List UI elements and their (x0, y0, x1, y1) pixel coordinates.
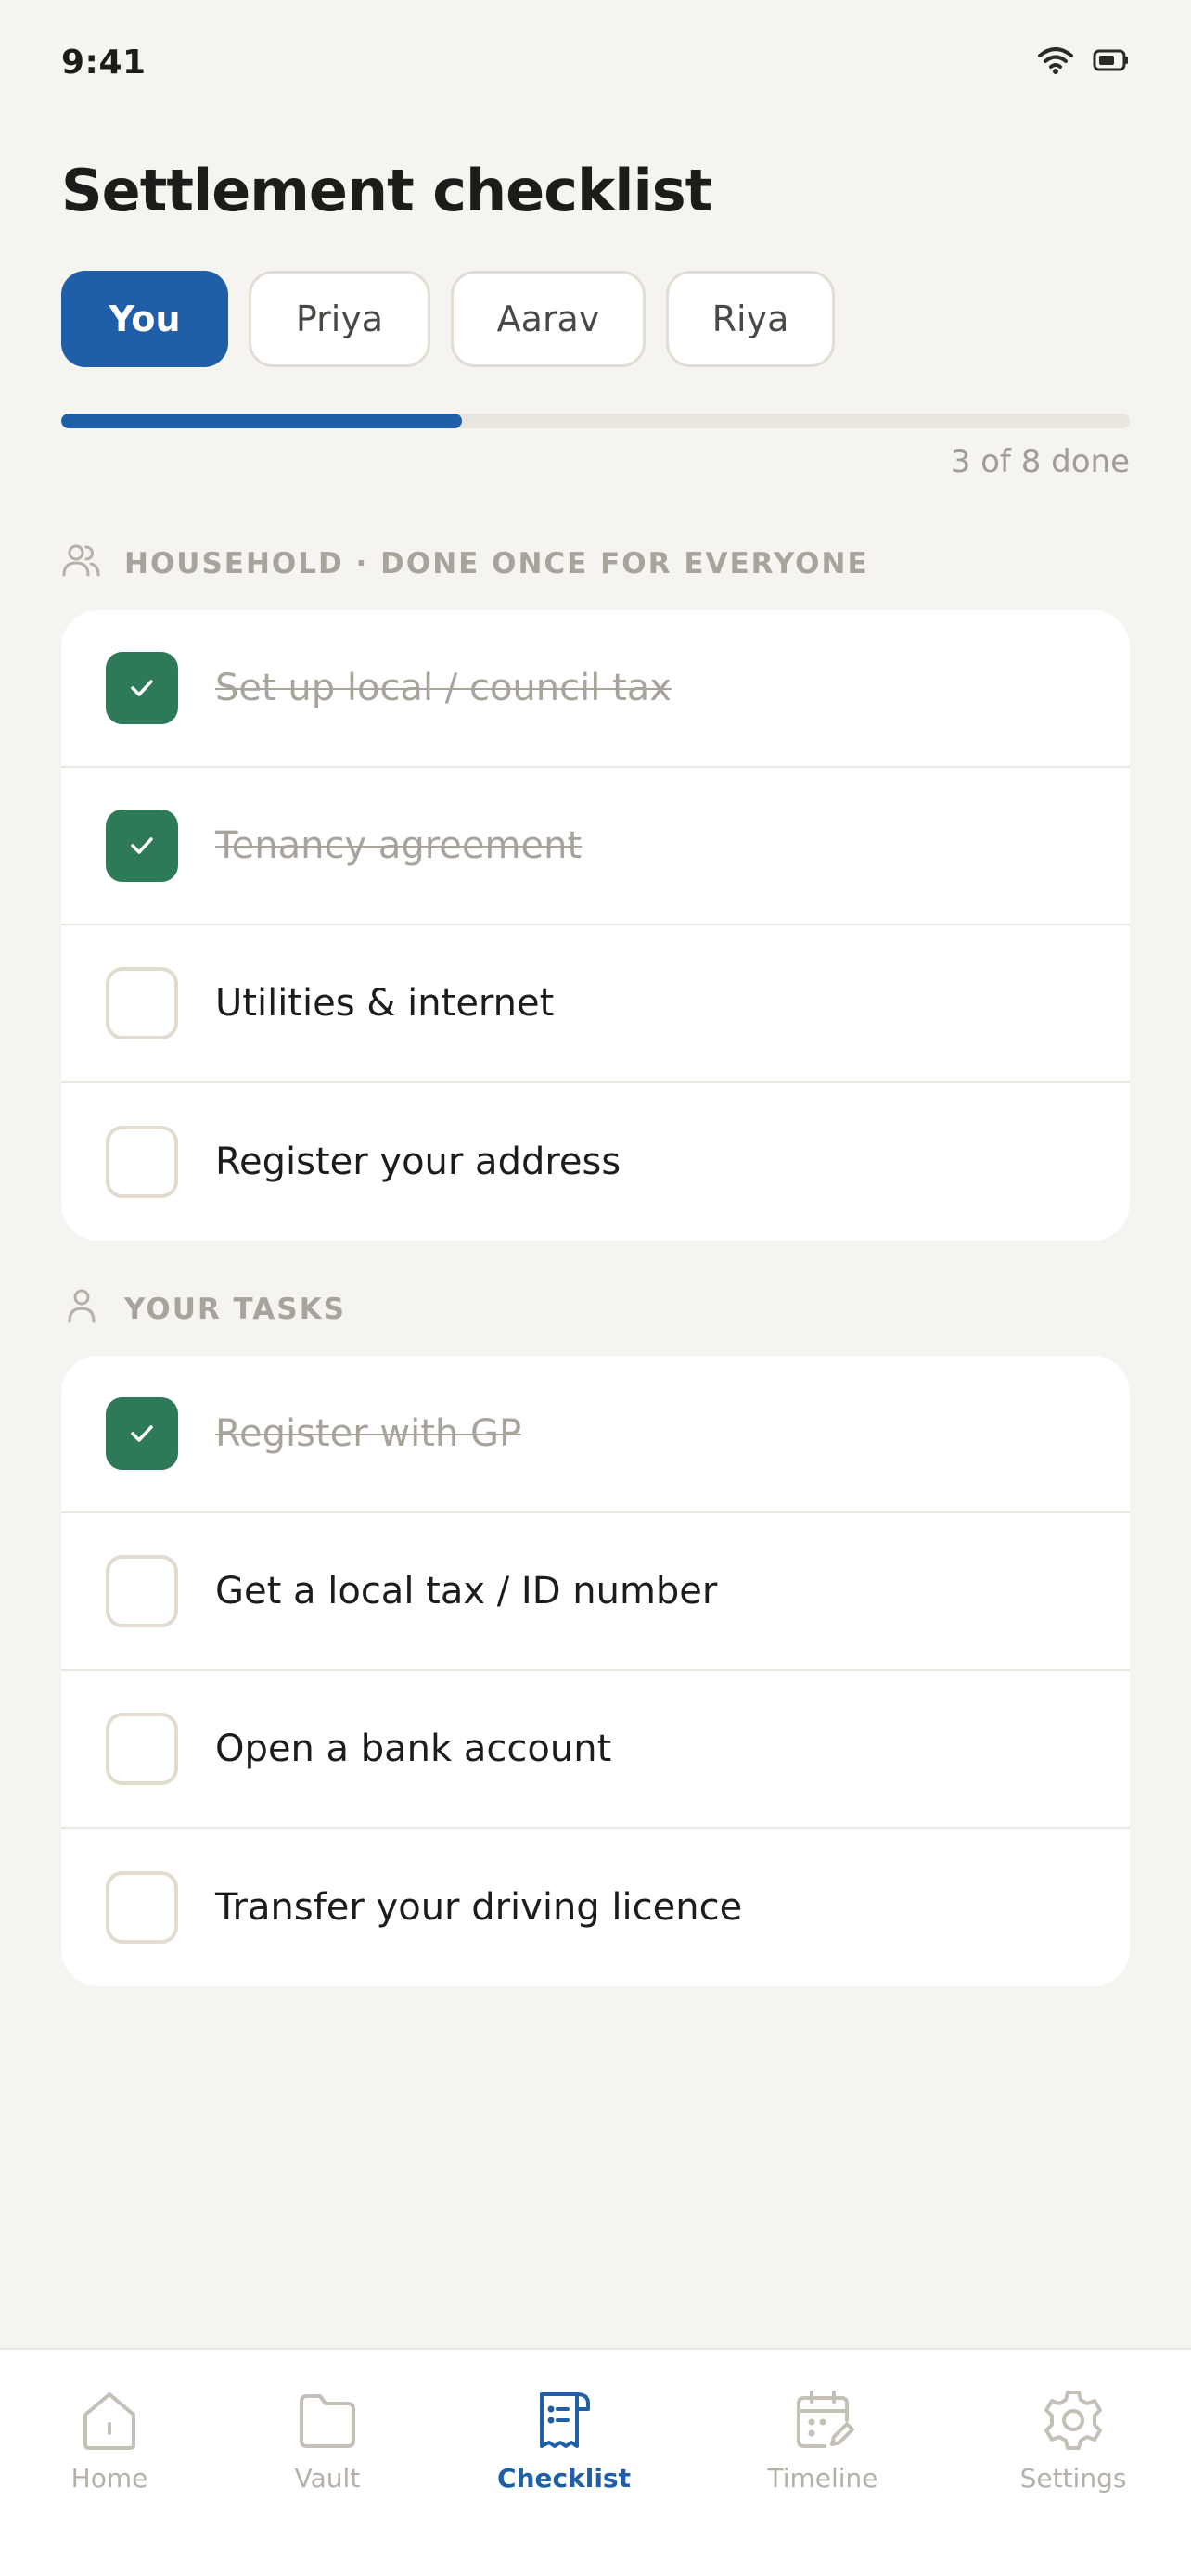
person-tabs: You Priya Aarav Riya (61, 271, 835, 367)
check-icon (131, 1425, 153, 1442)
task-label: Register with GP (215, 1412, 522, 1455)
checklist-icon (540, 2392, 590, 2448)
task-checkbox[interactable] (106, 1126, 178, 1198)
status-bar: 9:41 (61, 37, 1130, 87)
household-task-list: Set up local / council tax Tenancy agree… (61, 610, 1130, 1241)
task-row[interactable]: Transfer your driving licence (61, 1829, 1130, 1986)
task-checkbox[interactable] (106, 967, 178, 1039)
nav-settings[interactable]: Settings (971, 2387, 1175, 2493)
task-checkbox[interactable] (106, 652, 178, 724)
task-row[interactable]: Utilities & internet (61, 925, 1130, 1083)
task-label: Open a bank account (215, 1728, 612, 1770)
task-checkbox[interactable] (106, 1555, 178, 1627)
tab-you[interactable]: You (61, 271, 228, 367)
bottom-nav: Home Vault Checklist Timeline Settings (0, 2348, 1191, 2576)
task-label: Set up local / council tax (215, 667, 672, 709)
status-time: 9:41 (61, 43, 147, 82)
personal-section-title: YOUR TASKS (124, 1293, 346, 1326)
battery-icon (1093, 48, 1130, 76)
task-label: Register your address (215, 1141, 621, 1183)
nav-label: Settings (1019, 2463, 1127, 2493)
check-icon (131, 837, 153, 854)
task-label: Transfer your driving licence (215, 1886, 743, 1929)
task-row[interactable]: Open a bank account (61, 1671, 1130, 1829)
task-row[interactable]: Tenancy agreement (61, 768, 1130, 925)
nav-label: Timeline (767, 2463, 878, 2493)
folder-icon (300, 2394, 355, 2448)
status-icons (1037, 45, 1130, 79)
person-icon (61, 1285, 102, 1333)
nav-label: Vault (294, 2463, 361, 2493)
progress-label: 3 of 8 done (950, 443, 1130, 480)
tab-priya[interactable]: Priya (249, 271, 430, 367)
household-section-title: HOUSEHOLD · DONE ONCE FOR EVERYONE (124, 547, 869, 580)
personal-section-header: YOUR TASKS (61, 1285, 346, 1333)
wifi-icon (1037, 45, 1074, 79)
nav-label: Checklist (497, 2463, 631, 2493)
task-row[interactable]: Register with GP (61, 1356, 1130, 1513)
task-label: Utilities & internet (215, 982, 555, 1025)
personal-task-list: Register with GP Get a local tax / ID nu… (61, 1356, 1130, 1986)
task-row[interactable]: Set up local / council tax (61, 610, 1130, 768)
task-checkbox[interactable] (106, 1397, 178, 1470)
nav-label: Home (70, 2463, 148, 2493)
task-row[interactable]: Get a local tax / ID number (61, 1513, 1130, 1671)
nav-home[interactable]: Home (7, 2387, 211, 2493)
household-section-header: HOUSEHOLD · DONE ONCE FOR EVERYONE (61, 540, 869, 588)
progress-bar (61, 414, 1130, 428)
nav-timeline[interactable]: Timeline (721, 2387, 925, 2493)
people-icon (61, 540, 102, 588)
task-checkbox[interactable] (106, 810, 178, 882)
task-checkbox[interactable] (106, 1871, 178, 1944)
task-label: Tenancy agreement (215, 824, 583, 867)
task-label: Get a local tax / ID number (215, 1570, 718, 1613)
nav-vault[interactable]: Vault (225, 2387, 429, 2493)
check-icon (131, 680, 153, 696)
page-title: Settlement checklist (61, 157, 712, 224)
progress-fill (61, 414, 462, 428)
gear-icon (1044, 2391, 1102, 2450)
tab-riya[interactable]: Riya (666, 271, 835, 367)
nav-checklist[interactable]: Checklist (462, 2387, 666, 2493)
task-checkbox[interactable] (106, 1713, 178, 1785)
tab-aarav[interactable]: Aarav (451, 271, 646, 367)
task-row[interactable]: Register your address (61, 1083, 1130, 1241)
calendar-icon (797, 2391, 854, 2448)
home-icon (83, 2392, 135, 2450)
